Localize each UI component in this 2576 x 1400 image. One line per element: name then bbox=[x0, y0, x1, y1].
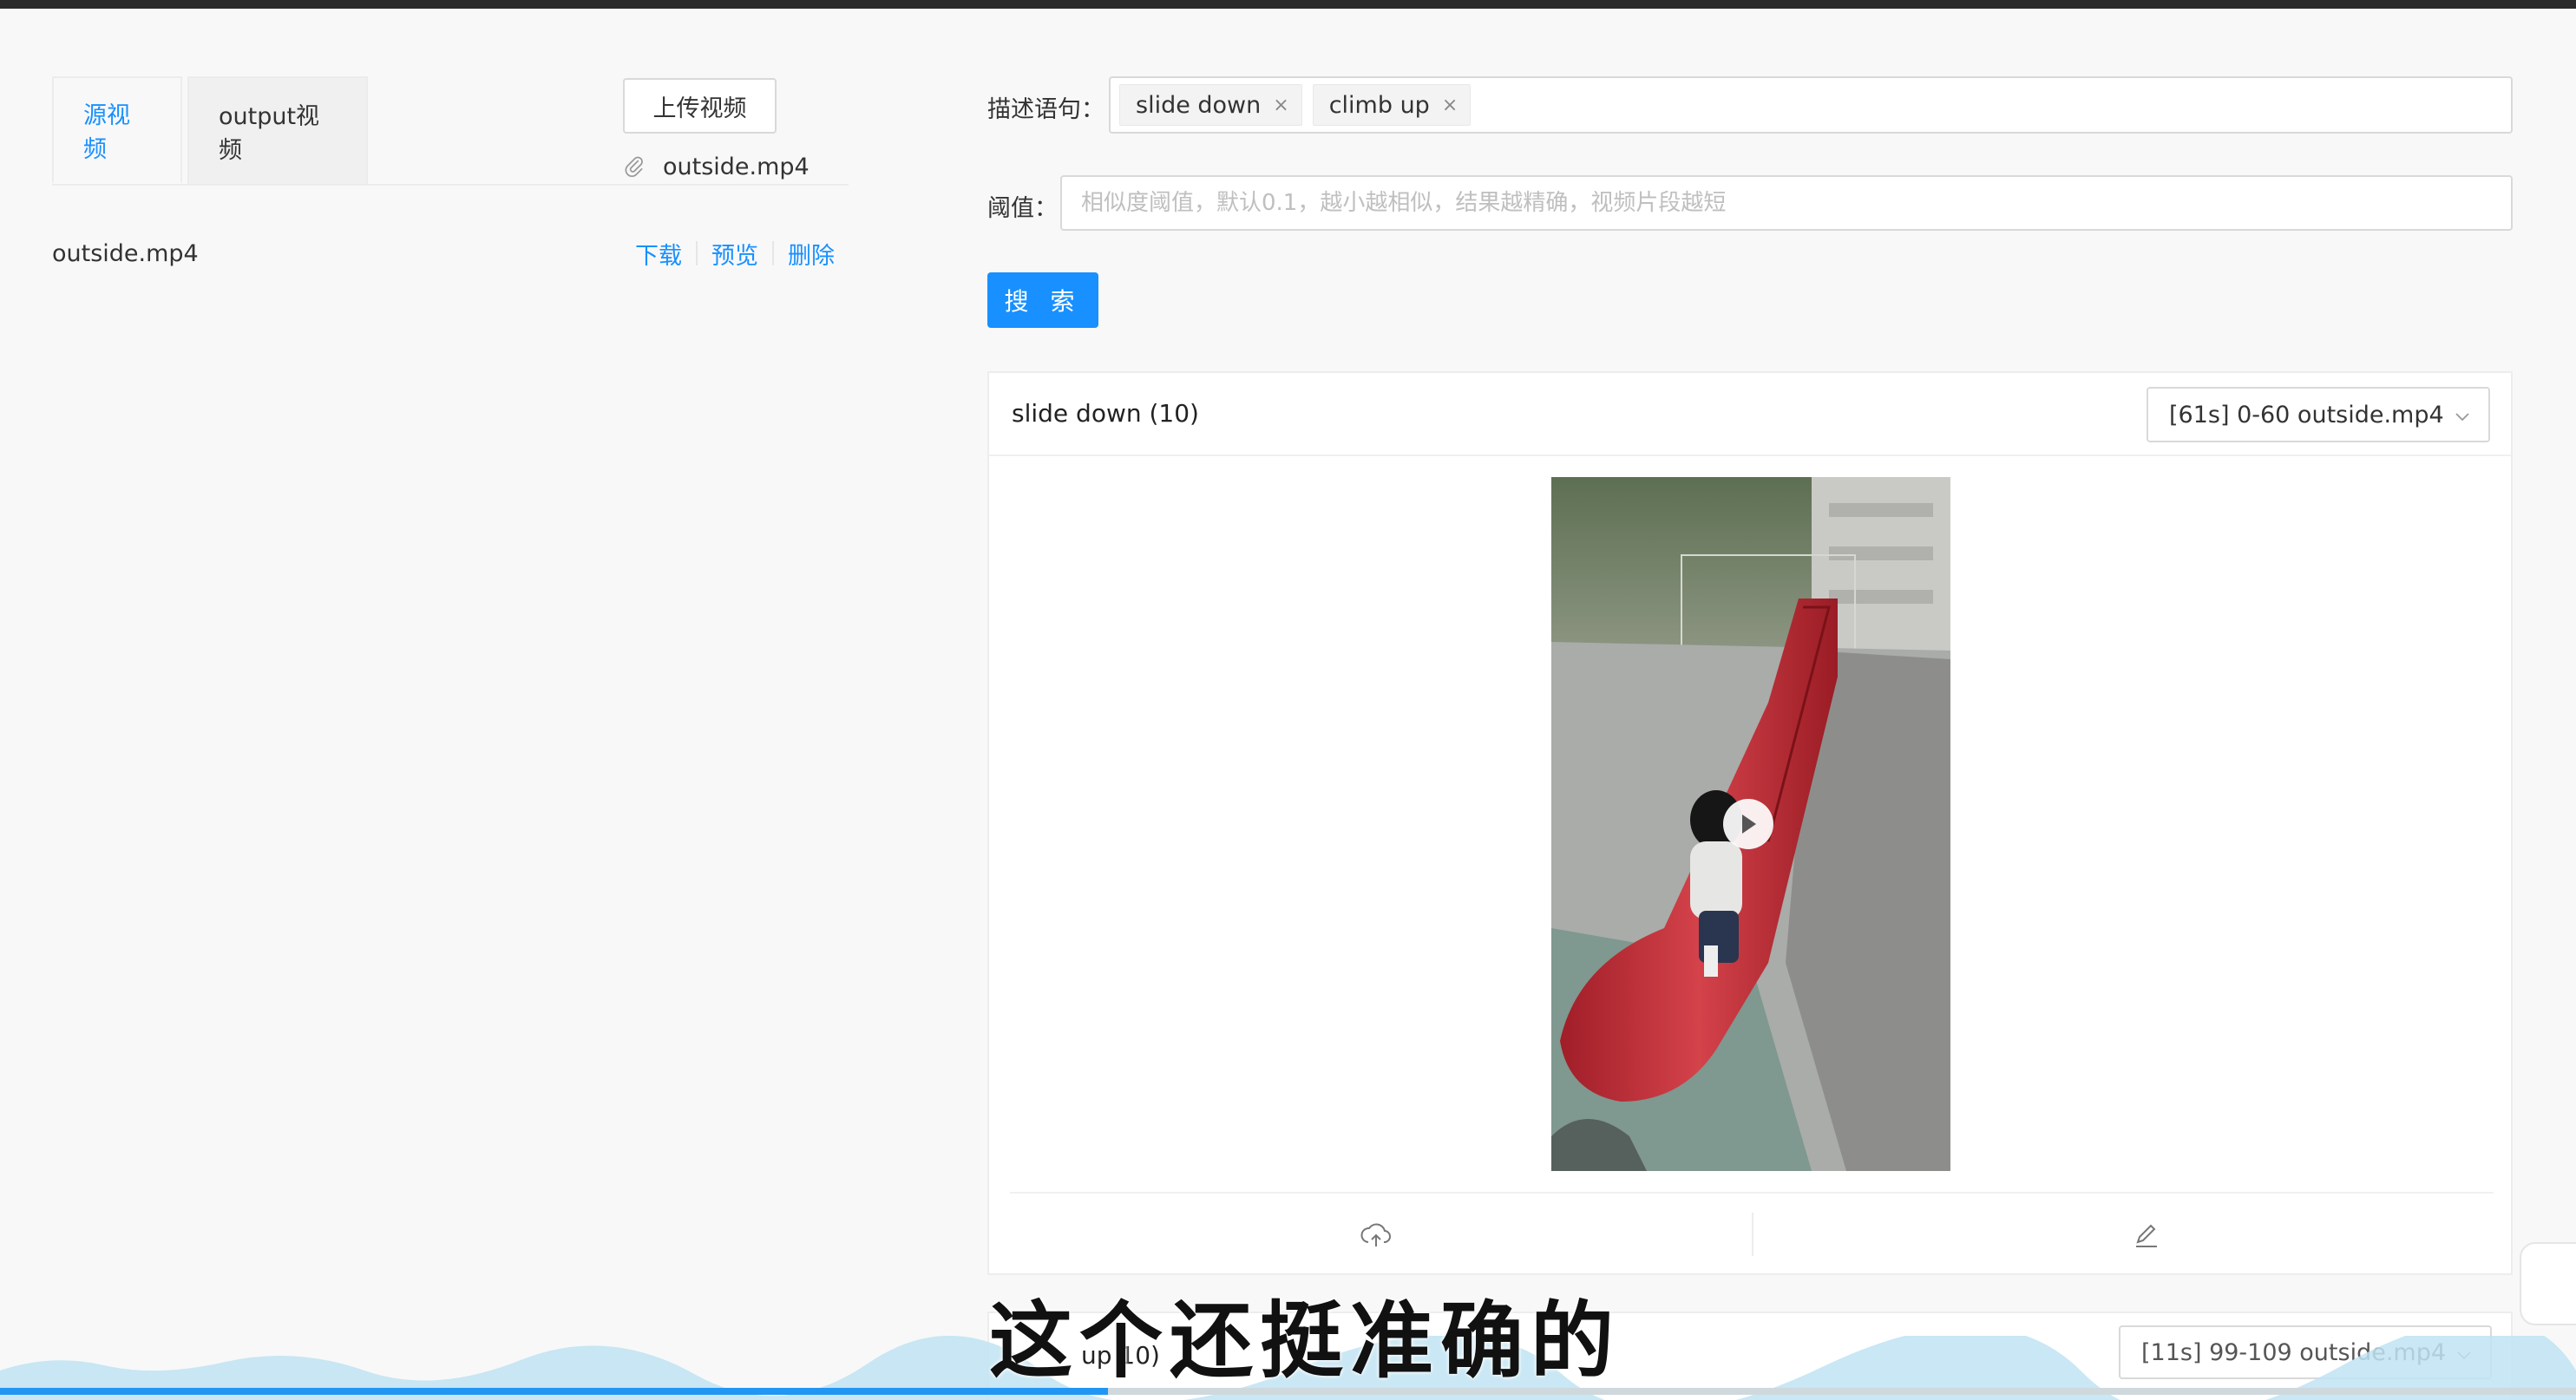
tab-source-video[interactable]: 源视频 bbox=[52, 76, 182, 184]
tag-chip: climb up × bbox=[1312, 84, 1472, 126]
search-button[interactable]: 搜 索 bbox=[987, 272, 1098, 328]
window-top-bar bbox=[0, 0, 2576, 9]
edit-icon[interactable] bbox=[2129, 1218, 2164, 1253]
clip-select[interactable]: [61s] 0-60 outside.mp4 bbox=[2147, 387, 2490, 442]
video-tabs: 源视频 output视频 bbox=[52, 76, 368, 184]
result-card-header: slide down (10) [61s] 0-60 outside.mp4 bbox=[989, 373, 2511, 456]
play-button[interactable] bbox=[1723, 799, 1773, 849]
action-divider bbox=[1752, 1213, 1753, 1256]
action-divider bbox=[772, 241, 774, 265]
result-card: slide down (10) [61s] 0-60 outside.mp4 bbox=[987, 371, 2513, 1275]
delete-link[interactable]: 删除 bbox=[788, 237, 835, 271]
video-progress-bar[interactable] bbox=[0, 1388, 2576, 1395]
video-preview[interactable] bbox=[1551, 477, 1950, 1171]
result-title: slide down (10) bbox=[1012, 399, 1199, 428]
chevron-down-icon bbox=[2455, 413, 2469, 422]
video-progress-fill bbox=[0, 1388, 1108, 1395]
play-icon bbox=[1742, 814, 1756, 834]
tag-chip: slide down × bbox=[1119, 84, 1302, 126]
threshold-label: 阈值： bbox=[987, 195, 1058, 222]
clip-select-value: [61s] 0-60 outside.mp4 bbox=[2169, 401, 2444, 429]
result-card-actions bbox=[1010, 1192, 2494, 1277]
description-tags-input[interactable]: slide down × climb up × bbox=[1109, 76, 2513, 134]
download-link[interactable]: 下载 bbox=[635, 237, 682, 271]
tag-close-icon[interactable]: × bbox=[1442, 95, 1458, 116]
file-actions: 下载 预览 删除 bbox=[635, 236, 835, 271]
tabs-divider bbox=[52, 184, 849, 186]
tag-close-icon[interactable]: × bbox=[1273, 95, 1288, 116]
action-divider bbox=[696, 241, 698, 265]
tag-label: slide down bbox=[1136, 91, 1262, 119]
uploaded-file-name: outside.mp4 bbox=[663, 153, 810, 180]
file-list-row: outside.mp4 下载 预览 删除 bbox=[52, 236, 849, 271]
upload-video-button[interactable]: 上传视频 bbox=[623, 78, 777, 134]
description-label: 描述语句： bbox=[987, 96, 1104, 123]
preview-link[interactable]: 预览 bbox=[711, 237, 758, 271]
tag-label: climb up bbox=[1328, 91, 1430, 119]
uploaded-file-item[interactable]: outside.mp4 bbox=[623, 149, 810, 184]
video-subtitle: 这个还挺准确的 bbox=[989, 1292, 1621, 1390]
tab-output-video[interactable]: output视频 bbox=[187, 76, 368, 184]
side-panel-button[interactable] bbox=[2520, 1242, 2576, 1325]
threshold-input[interactable] bbox=[1060, 175, 2513, 231]
paperclip-icon bbox=[625, 156, 643, 178]
cloud-upload-icon[interactable] bbox=[1359, 1218, 1393, 1253]
file-name: outside.mp4 bbox=[52, 239, 199, 267]
